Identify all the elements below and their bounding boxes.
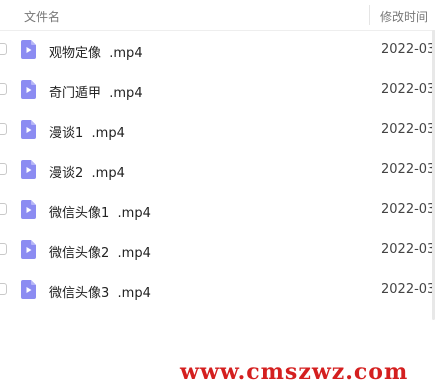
file-modified-time: 2022-03-3 [381,82,435,97]
row-checkbox[interactable] [0,283,7,295]
row-checkbox[interactable] [0,243,7,255]
row-checkbox[interactable] [0,43,7,55]
file-row[interactable]: 奇门遁甲 .mp4 2022-03-3 [0,70,435,110]
video-file-icon [21,240,36,259]
file-row[interactable]: 观物定像 .mp4 2022-03-3 [0,30,435,70]
video-file-icon [21,160,36,179]
file-row[interactable]: 漫谈1 .mp4 2022-03-3 [0,110,435,150]
row-checkbox[interactable] [0,123,7,135]
file-name[interactable]: 奇门遁甲 .mp4 [49,82,143,101]
file-row[interactable]: 微信头像2 .mp4 2022-03-3 [0,230,435,270]
file-name[interactable]: 微信头像1 .mp4 [49,202,151,221]
file-row[interactable]: 微信头像1 .mp4 2022-03-3 [0,190,435,230]
video-file-icon [21,40,36,59]
file-list-header: 文件名 修改时间 [0,0,435,31]
file-row[interactable]: 漫谈2 .mp4 2022-03-3 [0,150,435,190]
site-watermark: www.cmszwz.com [180,359,409,385]
file-modified-time: 2022-03-3 [381,242,435,257]
row-checkbox[interactable] [0,83,7,95]
file-modified-time: 2022-03-3 [381,42,435,57]
file-name[interactable]: 漫谈1 .mp4 [49,122,125,141]
file-name[interactable]: 漫谈2 .mp4 [49,162,125,181]
file-name[interactable]: 微信头像2 .mp4 [49,242,151,261]
column-header-modified-time[interactable]: 修改时间 [380,8,428,25]
row-checkbox[interactable] [0,163,7,175]
video-file-icon [21,200,36,219]
row-checkbox[interactable] [0,203,7,215]
file-modified-time: 2022-03-3 [381,122,435,137]
column-header-filename[interactable]: 文件名 [24,8,60,25]
video-file-icon [21,280,36,299]
file-name[interactable]: 观物定像 .mp4 [49,42,143,61]
column-divider[interactable] [369,5,370,25]
video-file-icon [21,80,36,99]
file-modified-time: 2022-03-3 [381,282,435,297]
file-modified-time: 2022-03-3 [381,162,435,177]
file-modified-time: 2022-03-3 [381,202,435,217]
video-file-icon [21,120,36,139]
file-name[interactable]: 微信头像3 .mp4 [49,282,151,301]
file-row[interactable]: 微信头像3 .mp4 2022-03-3 [0,270,435,310]
